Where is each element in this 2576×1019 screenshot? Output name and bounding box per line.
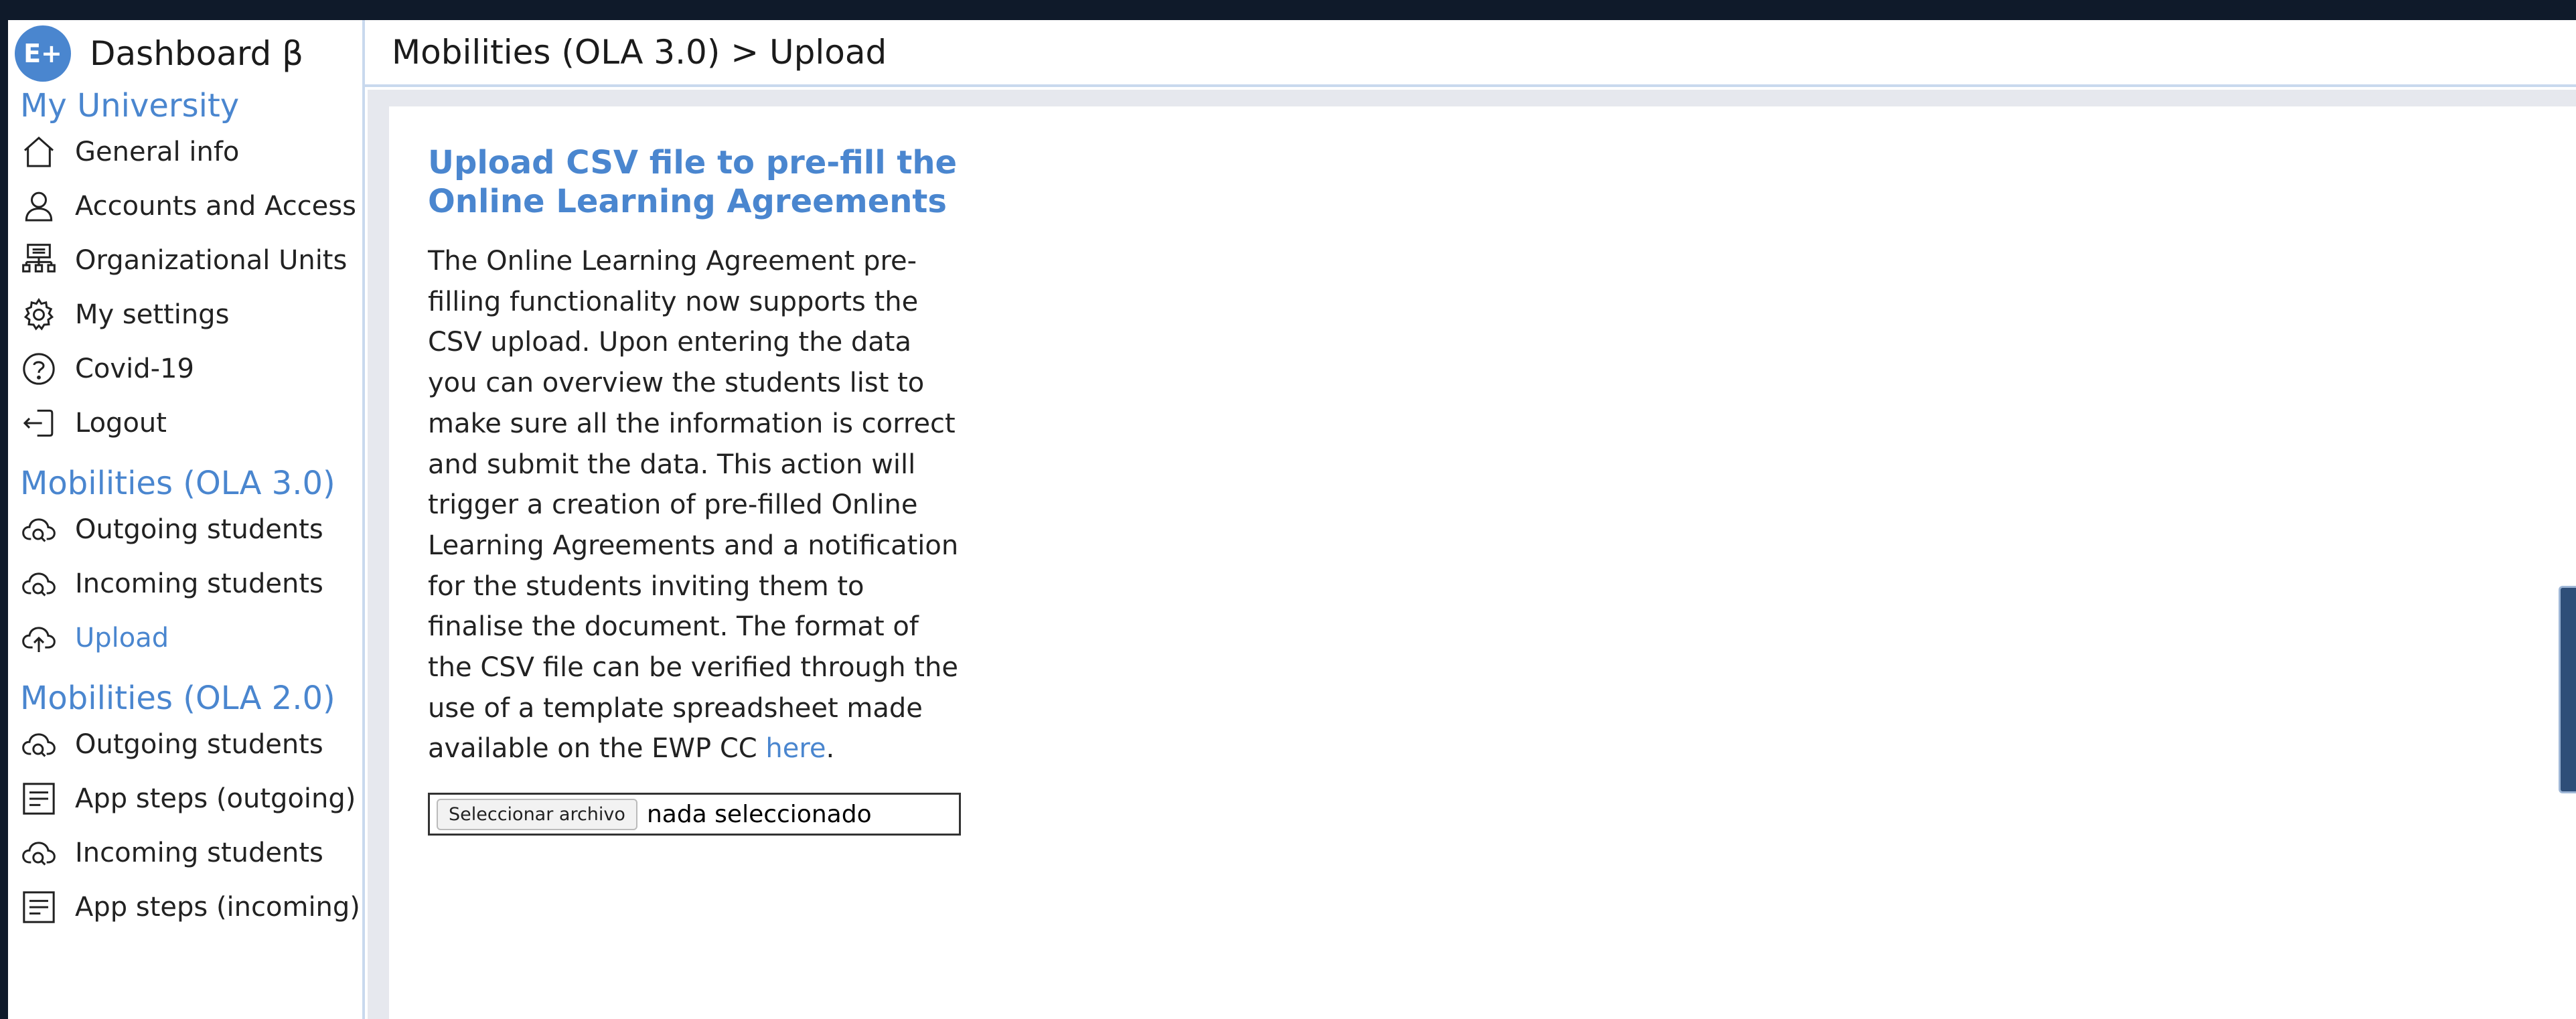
sidebar-item-label: Incoming students — [75, 568, 323, 599]
template-link[interactable]: here — [765, 733, 826, 764]
section-title-mobilities-ola-2: Mobilities (OLA 2.0) — [20, 680, 335, 717]
sidebar-item-app-steps-outgoing[interactable]: App steps (outgoing) — [8, 771, 362, 826]
question-circle-icon — [20, 350, 58, 388]
org-chart-icon — [20, 242, 58, 279]
sidebar-item-general-info[interactable]: General info — [8, 125, 362, 179]
sidebar-item-upload[interactable]: Upload — [8, 611, 362, 665]
cloud-search-icon — [20, 726, 58, 763]
screen-frame: E+ Dashboard β My University General inf… — [0, 0, 2576, 1019]
description-end: . — [826, 733, 835, 765]
logout-icon — [20, 404, 58, 442]
sidebar-item-outgoing-students-ola2[interactable]: Outgoing students — [8, 717, 362, 771]
gear-icon — [20, 296, 58, 333]
upload-description: The Online Learning Agreement pre-fillin… — [428, 241, 964, 769]
sidebar-item-logout[interactable]: Logout — [8, 396, 362, 450]
home-icon — [20, 133, 58, 171]
brand[interactable]: E+ Dashboard β — [8, 20, 362, 87]
feedback-tab[interactable] — [2559, 586, 2576, 793]
cloud-search-icon — [20, 834, 58, 872]
section-title-mobilities-ola-3: Mobilities (OLA 3.0) — [20, 465, 335, 502]
sidebar-item-label: Accounts and Access — [75, 190, 356, 222]
cloud-upload-icon — [20, 619, 58, 657]
section-title-my-university: My University — [20, 87, 240, 125]
sidebar-item-label: My settings — [75, 299, 230, 330]
file-input[interactable]: Seleccionar archivo nada seleccionado — [428, 793, 961, 836]
list-doc-icon — [20, 780, 58, 817]
sidebar-item-label: General info — [75, 136, 240, 167]
app-window: E+ Dashboard β My University General inf… — [8, 20, 2576, 1019]
file-status: nada seleccionado — [646, 800, 872, 828]
sidebar-item-label: Logout — [75, 407, 167, 439]
sidebar-item-label: Organizational Units — [75, 244, 348, 276]
sidebar-item-outgoing-students-ola3[interactable]: Outgoing students — [8, 502, 362, 556]
description-text: The Online Learning Agreement pre-fillin… — [428, 246, 959, 765]
choose-file-button[interactable]: Seleccionar archivo — [437, 798, 637, 830]
sidebar-item-covid-19[interactable]: Covid-19 — [8, 341, 362, 396]
sidebar-item-label: App steps (outgoing) — [75, 783, 356, 814]
sidebar-item-incoming-students-ola2[interactable]: Incoming students — [8, 826, 362, 880]
sidebar-item-app-steps-incoming[interactable]: App steps (incoming) — [8, 880, 362, 934]
upload-card: Upload CSV file to pre-fill the Online L… — [389, 106, 2576, 1019]
sidebar-item-my-settings[interactable]: My settings — [8, 287, 362, 341]
sidebar-item-label: Outgoing students — [75, 728, 323, 760]
breadcrumb: Mobilities (OLA 3.0) > Upload — [392, 33, 887, 72]
brand-title: Dashboard β — [90, 34, 304, 73]
page-title: Upload CSV file to pre-fill the Online L… — [428, 144, 958, 220]
sidebar-item-organizational-units[interactable]: Organizational Units — [8, 233, 362, 287]
brand-logo: E+ — [15, 25, 71, 82]
sidebar-item-label: Upload — [75, 622, 169, 653]
header-bar: Mobilities (OLA 3.0) > Upload — [365, 20, 2576, 87]
sidebar: E+ Dashboard β My University General inf… — [8, 20, 365, 1019]
user-icon — [20, 187, 58, 225]
cloud-search-icon — [20, 565, 58, 603]
sidebar-item-label: Incoming students — [75, 837, 323, 868]
sidebar-item-accounts-and-access[interactable]: Accounts and Access — [8, 179, 362, 233]
list-doc-icon — [20, 888, 58, 926]
sidebar-item-label: Covid-19 — [75, 353, 194, 384]
sidebar-item-incoming-students-ola3[interactable]: Incoming students — [8, 556, 362, 611]
cloud-search-icon — [20, 511, 58, 548]
main-content: Upload CSV file to pre-fill the Online L… — [368, 90, 2576, 1019]
sidebar-item-label: Outgoing students — [75, 514, 323, 545]
sidebar-item-label: App steps (incoming) — [75, 891, 360, 923]
